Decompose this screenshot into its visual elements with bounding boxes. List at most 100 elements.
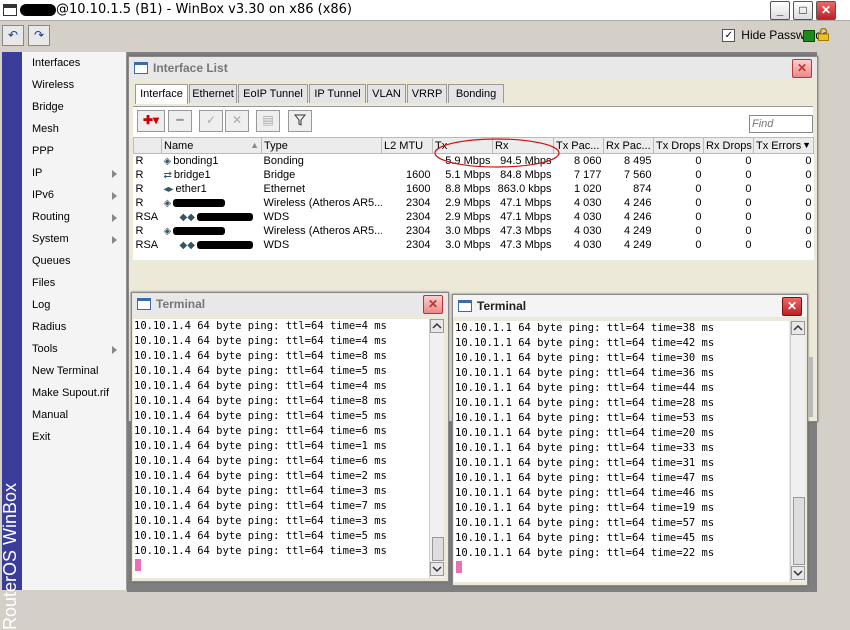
list-scrollbar[interactable]	[809, 357, 813, 417]
close-button[interactable]: ✕	[816, 1, 836, 20]
interface-icon: ◈	[163, 198, 172, 209]
row-txp: 4 030	[573, 239, 602, 251]
row-txe: 0	[805, 155, 812, 167]
tab-eoip-tunnel[interactable]: EoIP Tunnel	[238, 84, 308, 103]
interface-name: ether1	[175, 183, 207, 195]
column-header-name[interactable]: Name ▲	[161, 137, 262, 154]
sidebar-item-ip[interactable]: IP	[32, 167, 42, 179]
sidebar-item-log[interactable]: Log	[32, 299, 50, 311]
row-l2mtu: 2304	[406, 197, 431, 209]
terminal-line: 10.10.1.1 64 byte ping: ttl=64 time=44 m…	[455, 382, 715, 394]
tab-interface[interactable]: Interface	[135, 84, 188, 104]
column-menu-icon[interactable]: ▼	[802, 140, 811, 150]
window-icon	[137, 298, 151, 310]
row-name: ◈	[162, 196, 262, 210]
sidebar-item-ppp[interactable]: PPP	[32, 145, 54, 157]
row-flags: R	[135, 169, 144, 181]
terminal-cursor	[135, 559, 141, 571]
column-header-tx-drops[interactable]: Tx Drops	[653, 137, 704, 154]
submenu-arrow-icon	[112, 214, 117, 222]
terminal-line: 10.10.1.1 64 byte ping: ttl=64 time=28 m…	[455, 397, 715, 409]
redo-button[interactable]: ↷	[28, 25, 50, 46]
lock-icon	[818, 28, 829, 41]
row-rx: 47.1 Mbps	[500, 197, 552, 209]
sidebar-item-files[interactable]: Files	[32, 277, 55, 289]
scroll-up-icon[interactable]	[430, 319, 444, 333]
row-txe: 0	[805, 225, 812, 237]
terminal-line: 10.10.1.4 64 byte ping: ttl=64 time=7 ms	[134, 500, 387, 512]
column-header-l2mtu[interactable]: L2 MTU	[381, 137, 433, 154]
sidebar-item-interfaces[interactable]: Interfaces	[32, 57, 80, 69]
row-tx: 3.0 Mbps	[445, 225, 491, 237]
disable-button[interactable]: ✕	[225, 110, 249, 132]
table-row[interactable]: R ◈ Wireless (Atheros AR5... 2304 2.9 Mbps 47…	[134, 196, 814, 210]
table-row[interactable]: R ⇄ bridge1 Bridge 1600 5.1 Mbps 84.8 Mbps 7 17…	[134, 168, 814, 182]
table-row[interactable]: RSA ◆◆ WDS 2304 2.9 Mbps 47.1 Mbps 4 030 4 246 0…	[134, 210, 814, 224]
redacted-name	[196, 213, 253, 222]
enable-button[interactable]: ✓	[199, 110, 223, 132]
table-row[interactable]: R ◈ Wireless (Atheros AR5... 2304 3.0 Mbps 47…	[134, 224, 814, 238]
sidebar-item-manual[interactable]: Manual	[32, 409, 68, 421]
row-flags: R	[135, 197, 144, 209]
terminal-output[interactable]: 10.10.1.1 64 byte ping: ttl=64 time=38 m…	[454, 321, 789, 582]
scroll-thumb[interactable]	[793, 497, 805, 565]
column-header-flags[interactable]	[133, 137, 162, 154]
column-header-rx-drops[interactable]: Rx Drops	[703, 137, 754, 154]
interface-icon: ◈	[163, 226, 172, 237]
app-icon[interactable]	[3, 4, 17, 16]
tab-vlan[interactable]: VLAN	[367, 84, 406, 103]
sidebar-item-make-supout[interactable]: Make Supout.rif	[32, 387, 109, 399]
window-icon	[458, 300, 472, 312]
terminal-output[interactable]: 10.10.1.4 64 byte ping: ttl=64 time=4 ms…	[133, 319, 429, 578]
scroll-thumb[interactable]	[432, 537, 444, 561]
tab-bonding[interactable]: Bonding	[448, 84, 504, 103]
table-row[interactable]: RSA ◆◆ WDS 2304 3.0 Mbps 47.3 Mbps 4 030 4 249 0…	[134, 238, 814, 252]
scroll-up-icon[interactable]	[791, 321, 805, 335]
interface-icon: ⇄	[163, 170, 172, 181]
sidebar-item-bridge[interactable]: Bridge	[32, 101, 64, 113]
column-header-tx-errors-label: Tx Errors	[756, 139, 802, 152]
undo-button[interactable]: ↶	[2, 25, 24, 46]
close-window-button[interactable]: ✕	[792, 59, 812, 78]
find-input[interactable]	[749, 115, 813, 133]
filter-icon[interactable]	[288, 110, 312, 132]
terminal-scrollbar[interactable]	[429, 319, 444, 578]
sidebar-item-queues[interactable]: Queues	[32, 255, 71, 267]
sidebar-item-system[interactable]: System	[32, 233, 69, 245]
terminal-scrollbar[interactable]	[790, 321, 805, 582]
terminal-line: 10.10.1.4 64 byte ping: ttl=64 time=6 ms	[134, 455, 387, 467]
terminal-line: 10.10.1.1 64 byte ping: ttl=64 time=30 m…	[455, 352, 715, 364]
sidebar-item-new-terminal[interactable]: New Terminal	[32, 365, 98, 377]
column-header-type[interactable]: Type	[261, 137, 382, 154]
scroll-down-icon[interactable]	[430, 562, 444, 576]
sidebar-item-mesh[interactable]: Mesh	[32, 123, 59, 135]
terminal-line: 10.10.1.4 64 byte ping: ttl=64 time=3 ms	[134, 545, 387, 557]
row-rxp: 4 246	[623, 211, 652, 223]
maximize-button[interactable]: □	[793, 1, 813, 20]
terminal-line: 10.10.1.4 64 byte ping: ttl=64 time=5 ms	[134, 530, 387, 542]
row-rx: 863.0 kbps	[497, 183, 552, 195]
close-window-button[interactable]: ✕	[782, 297, 802, 316]
comment-button[interactable]: ▤	[256, 110, 280, 132]
close-window-button[interactable]: ✕	[423, 295, 443, 314]
tab-vrrp[interactable]: VRRP	[407, 84, 447, 103]
sidebar-item-wireless[interactable]: Wireless	[32, 79, 74, 91]
sidebar-item-routing[interactable]: Routing	[32, 211, 70, 223]
tab-ip-tunnel[interactable]: IP Tunnel	[309, 84, 366, 103]
terminal-line: 10.10.1.1 64 byte ping: ttl=64 time=53 m…	[455, 412, 715, 424]
minimize-button[interactable]: _	[770, 1, 790, 20]
scroll-down-icon[interactable]	[791, 566, 805, 580]
sidebar-item-radius[interactable]: Radius	[32, 321, 66, 333]
checkbox-icon[interactable]: ✓	[722, 29, 736, 43]
table-row[interactable]: R ◂▸ ether1 Ethernet 1600 8.8 Mbps 863.0 kbps 1…	[134, 182, 814, 196]
column-header-rx-packets[interactable]: Rx Pac...	[603, 137, 654, 154]
add-button[interactable]: ✚▾	[137, 110, 165, 132]
sidebar-item-ipv6[interactable]: IPv6	[32, 189, 54, 201]
window-title: Terminal	[477, 299, 527, 313]
sidebar-item-exit[interactable]: Exit	[32, 431, 50, 443]
tab-ethernet[interactable]: Ethernet	[189, 84, 237, 103]
sidebar-item-tools[interactable]: Tools	[32, 343, 58, 355]
column-header-tx-errors[interactable]: Tx Errors ▼	[753, 137, 814, 154]
row-txd: 0	[695, 183, 702, 195]
remove-button[interactable]: ━	[168, 110, 192, 132]
